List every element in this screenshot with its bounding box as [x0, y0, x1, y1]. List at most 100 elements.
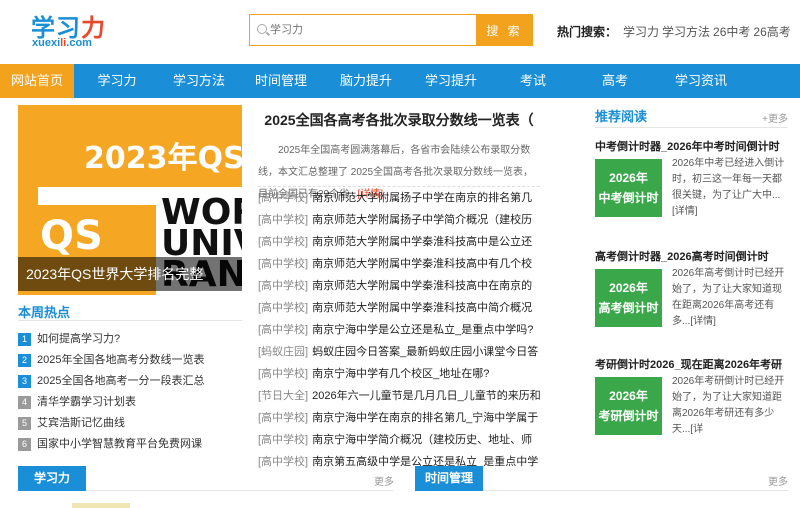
- thumbnail-line: 高考倒计时: [598, 301, 659, 315]
- article-title[interactable]: 南京师范大学附属扬子中学简介概况（建校历: [312, 214, 532, 226]
- hot-search-link[interactable]: 26中考: [713, 25, 750, 39]
- hot-searches: 热门搜索： 学习力 学习方法 26中考 26高考: [557, 23, 791, 40]
- recommend-detail-link[interactable]: [详情]: [690, 316, 716, 327]
- thumbnail-line: 2026年: [609, 171, 648, 185]
- recommend-thumbnail[interactable]: 2026年 中考倒计时: [595, 159, 662, 217]
- headline-title[interactable]: 2025全国各高考各批次录取分数线一览表（: [258, 110, 540, 130]
- nav-item-5[interactable]: 学习提升: [408, 64, 494, 98]
- article-category[interactable]: [高中学校]: [258, 302, 308, 314]
- search-icon: [257, 24, 267, 34]
- nav-item-6[interactable]: 考试: [494, 64, 572, 98]
- recommend-more-link[interactable]: +更多: [762, 110, 788, 125]
- article-category[interactable]: [高中学校]: [258, 192, 308, 204]
- article-title[interactable]: 南京宁海中学有几个校区_地址在哪?: [312, 368, 489, 380]
- section-more-link[interactable]: 更多: [768, 473, 788, 488]
- banner-caption[interactable]: 2023年QS世界大学排名完整: [18, 257, 242, 291]
- site-logo[interactable]: 学习力 xuexili.com: [31, 8, 111, 52]
- article-title[interactable]: 蚂蚁庄园今日答案_最新蚂蚁庄园小课堂今日答: [312, 346, 538, 358]
- article-row: [高中学校] 南京宁海中学在南京的排名第几_宁海中学属于: [258, 407, 540, 429]
- recommend-item-title[interactable]: 中考倒计时器_2026年中考时间倒计时: [595, 141, 780, 153]
- article-title[interactable]: 南京师范大学附属扬子中学在南京的排名第几: [312, 192, 532, 204]
- list-item-title: 国家中小学智慧教育平台免费网课: [37, 438, 202, 450]
- recommend-thumbnail[interactable]: 2026年高考倒计时: [595, 269, 662, 327]
- article-row: [蚂蚁庄园] 蚂蚁庄园今日答案_最新蚂蚁庄园小课堂今日答: [258, 341, 540, 363]
- section-tab-xuexili[interactable]: 学习力: [18, 466, 86, 491]
- search-button[interactable]: 搜 索: [476, 14, 533, 46]
- hot-search-link[interactable]: 26高考: [753, 25, 790, 39]
- list-item[interactable]: 5 艾宾浩斯记忆曲线: [18, 414, 242, 435]
- thumbnail-image[interactable]: [72, 503, 130, 508]
- article-title[interactable]: 南京师范大学附属中学秦淮科技高中简介概况: [312, 302, 532, 314]
- section-tab-time[interactable]: 时间管理: [415, 466, 483, 491]
- header: 学习力 xuexili.com 搜 索 热门搜索： 学习力学习方法26中考26高考: [0, 0, 800, 64]
- recommend-detail-link[interactable]: [详情]: [672, 206, 698, 217]
- article-category[interactable]: [高中学校]: [258, 412, 308, 424]
- article-category[interactable]: [高中学校]: [258, 280, 308, 292]
- main-nav: 网站首页 学习力 学习方法 时间管理 脑力提升 学习提升 考试 高考 学习资讯: [0, 64, 800, 98]
- article-category[interactable]: [高中学校]: [258, 258, 308, 270]
- banner-carousel[interactable]: 2023年QS世 QS WORUNIVRAN 2023年QS世界大学排名完整: [18, 105, 242, 295]
- rank-badge: 2: [18, 353, 31, 367]
- article-category[interactable]: [高中学校]: [258, 368, 308, 380]
- article-category[interactable]: [高中学校]: [258, 434, 308, 446]
- list-item[interactable]: 3 2025全国各地高考一分一段表汇总: [18, 372, 242, 393]
- recommend-item-title[interactable]: 高考倒计时器_2026高考时间倒计时: [595, 251, 769, 263]
- article-title[interactable]: 2026年六一儿童节是几月几日_儿童节的来历和: [312, 390, 540, 402]
- logo-en: xuexili.com: [32, 37, 92, 49]
- divider: [18, 320, 242, 321]
- article-title[interactable]: 南京师范大学附属中学秦淮科技高中有几个校: [312, 258, 532, 270]
- nav-item-4[interactable]: 脑力提升: [324, 64, 408, 98]
- article-row: [高中学校] 南京师范大学附属中学秦淮科技高中是公立还: [258, 231, 540, 253]
- nav-item-2[interactable]: 学习方法: [160, 64, 238, 98]
- recommend-header: 推荐阅读 +更多: [595, 106, 788, 128]
- list-item-title: 清华学霸学习计划表: [37, 396, 136, 408]
- weekly-hot-list: 1 如何提高学习力? 2 2025年全国各地高考分数线一览表 3 2025全国各地高考一分…: [18, 330, 242, 456]
- article-title[interactable]: 南京师范大学附属中学秦淮科技高中在南京的: [312, 280, 532, 292]
- article-category[interactable]: [高中学校]: [258, 236, 308, 248]
- section-more-link[interactable]: 更多: [374, 473, 394, 488]
- search-input[interactable]: [270, 15, 470, 45]
- article-title[interactable]: 南京宁海中学简介概况（建校历史、地址、师: [312, 434, 532, 446]
- rank-badge: 6: [18, 437, 31, 451]
- nav-item-0[interactable]: 网站首页: [0, 64, 74, 98]
- hot-searches-label: 热门搜索：: [557, 25, 618, 39]
- list-item[interactable]: 2 2025年全国各地高考分数线一览表: [18, 351, 242, 372]
- article-category[interactable]: [高中学校]: [258, 324, 308, 336]
- article-title[interactable]: 南京宁海中学在南京的排名第几_宁海中学属于: [312, 412, 538, 424]
- nav-item-3[interactable]: 时间管理: [238, 64, 324, 98]
- recommend-title: 推荐阅读: [595, 109, 648, 124]
- recommend-thumbnail[interactable]: 2026年考研倒计时: [595, 377, 662, 435]
- recommend-item: 高考倒计时器_2026高考时间倒计时 2026年 高考倒计时 2026年高考倒计时已经…: [595, 248, 788, 332]
- recommend-item: 考研倒计时2026_现在距离2026年考研 2026年 考研倒计时 2026年考研倒计…: [595, 356, 788, 440]
- nav-item-1[interactable]: 学习力: [74, 64, 160, 98]
- rank-badge: 4: [18, 395, 31, 409]
- hot-search-link[interactable]: 学习方法: [662, 25, 710, 39]
- list-item[interactable]: 1 如何提高学习力?: [18, 330, 242, 351]
- article-row: [高中学校] 南京师范大学附属中学秦淮科技高中简介概况: [258, 297, 540, 319]
- thumbnail-line: 考研倒计时: [598, 409, 659, 423]
- recommend-desc: 2026年考研倒计时已经开始了，为了让大家知道距离2026年考研还有多少天...…: [672, 376, 785, 435]
- article-title[interactable]: 南京宁海中学是公立还是私立_是重点中学吗?: [312, 324, 533, 336]
- recommend-item-title[interactable]: 考研倒计时2026_现在距离2026年考研: [595, 359, 782, 371]
- nav-item-7[interactable]: 高考: [572, 64, 658, 98]
- list-item[interactable]: 6 国家中小学智慧教育平台免费网课: [18, 435, 242, 456]
- weekly-hot-title: 本周热点: [18, 305, 71, 320]
- article-row: [高中学校] 南京师范大学附属扬子中学简介概况（建校历: [258, 209, 540, 231]
- recommend-item: 中考倒计时器_2026年中考时间倒计时 2026年 中考倒计时 2026年中考已经进入…: [595, 138, 788, 222]
- section-bar-xuexili: 学习力 更多: [18, 466, 394, 491]
- list-item[interactable]: 4 清华学霸学习计划表: [18, 393, 242, 414]
- article-category[interactable]: [蚂蚁庄园]: [258, 346, 308, 358]
- banner-title: 2023年QS世: [84, 141, 242, 176]
- hot-search-link[interactable]: 学习力: [623, 25, 659, 39]
- article-row: [高中学校] 南京师范大学附属中学秦淮科技高中在南京的: [258, 275, 540, 297]
- article-category[interactable]: [节日大全]: [258, 390, 308, 402]
- article-title[interactable]: 南京师范大学附属中学秦淮科技高中是公立还: [312, 236, 532, 248]
- thumbnail-line: 2026年: [609, 281, 648, 295]
- rank-badge: 5: [18, 416, 31, 430]
- thumbnail-line: 2026年: [609, 389, 648, 403]
- article-category[interactable]: [高中学校]: [258, 214, 308, 226]
- article-row: [高中学校] 南京师范大学附属扬子中学在南京的排名第几: [258, 187, 540, 209]
- recommend-detail-link[interactable]: [详: [690, 424, 703, 435]
- recommend-desc: 2026年高考倒计时已经开始了，为了让大家知道现在距离2026年高考还有多...…: [672, 268, 785, 327]
- nav-item-8[interactable]: 学习资讯: [658, 64, 744, 98]
